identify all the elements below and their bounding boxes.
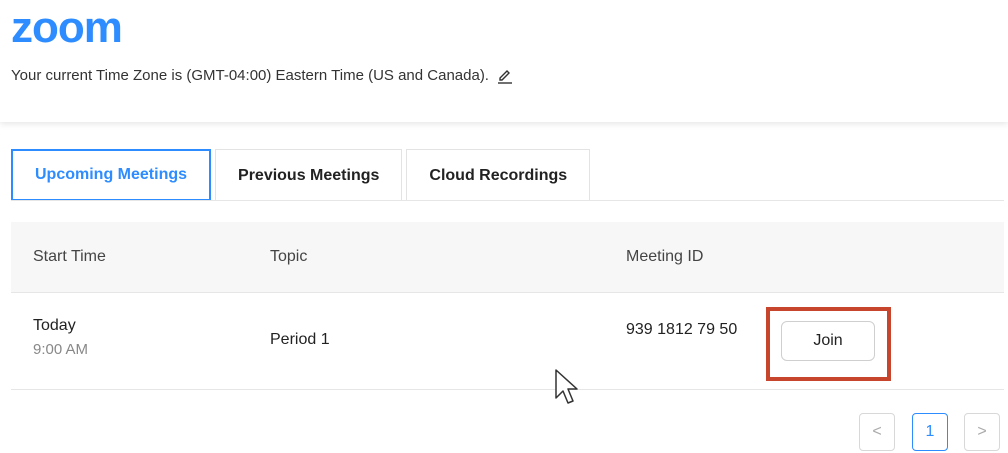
header-meeting-id: Meeting ID [626, 248, 704, 265]
page-1-button[interactable]: 1 [912, 413, 948, 451]
timezone-text: Your current Time Zone is (GMT-04:00) Ea… [11, 67, 489, 84]
tab-cloud-recordings[interactable]: Cloud Recordings [406, 149, 591, 201]
meeting-id: 939 1812 79 50 [626, 321, 738, 338]
meeting-day: Today [33, 317, 76, 334]
mouse-cursor-icon [554, 368, 580, 411]
tabs-divider [11, 200, 1004, 201]
tab-previous-meetings[interactable]: Previous Meetings [215, 149, 403, 201]
meeting-topic[interactable]: Period 1 [270, 331, 330, 349]
zoom-logo[interactable]: zoom [11, 6, 123, 50]
prev-page-button[interactable]: < [859, 413, 895, 451]
tab-upcoming-meetings[interactable]: Upcoming Meetings [11, 149, 212, 201]
pencil-icon[interactable] [497, 68, 513, 84]
meetings-tabs: Upcoming Meetings Previous Meetings Clou… [11, 149, 594, 201]
meeting-time: 9:00 AM [33, 341, 89, 358]
table-row: Today 9:00 AM Period 1 939 1812 79 50 Jo… [11, 292, 1004, 390]
page-header: zoom Your current Time Zone is (GMT-04:0… [0, 0, 1008, 122]
table-header: Start Time Topic Meeting ID [11, 222, 1004, 292]
header-topic: Topic [270, 248, 308, 265]
timezone-line: Your current Time Zone is (GMT-04:00) Ea… [11, 67, 513, 84]
join-button[interactable]: Join [781, 321, 875, 361]
header-start-time: Start Time [33, 248, 106, 265]
meetings-table: Start Time Topic Meeting ID Today 9:00 A… [11, 222, 1004, 390]
next-page-button[interactable]: > [964, 413, 1000, 451]
start-time-cell: Today 9:00 AM [33, 317, 88, 358]
